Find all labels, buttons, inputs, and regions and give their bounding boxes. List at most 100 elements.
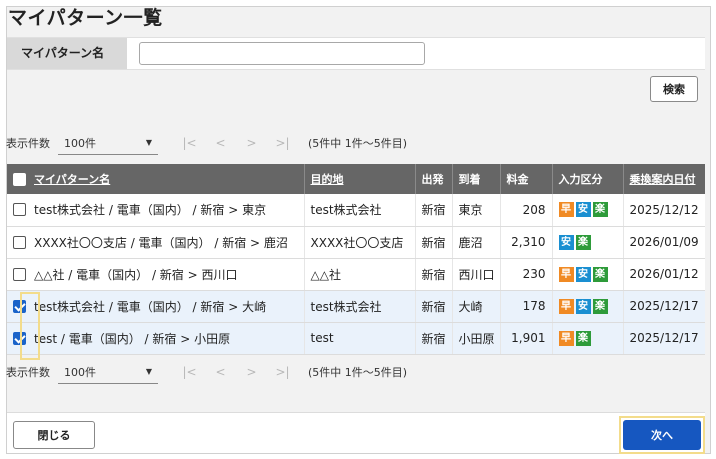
close-button[interactable]: 閉じる [13,421,95,449]
row-checkbox[interactable] [13,331,26,345]
last-page-icon[interactable]: >| [267,136,298,150]
header-destination[interactable]: 目的地 [304,164,416,194]
row-arrival: 鹿沼 [452,226,501,259]
row-name-cell: XXXX社〇〇支店 / 電車（国内） / 新宿 > 鹿沼 [7,226,305,259]
table-header-row: マイパターン名 目的地 出発 到着 料金 入力区分 乗換案内日付 [7,164,705,194]
header-fare: 料金 [500,164,553,194]
row-checkbox[interactable] [13,203,26,217]
pattern-name-input[interactable] [139,42,425,65]
input-type-badge: 安 [575,266,591,282]
page-size-label: 表示件数 [6,137,50,150]
pager-bottom: 表示件数 100件 ▼ |< < > >| (5件中 1件～5件目) [6,359,407,385]
row-departure: 新宿 [415,226,453,259]
row-date: 2026/01/12 [623,258,705,291]
row-fare: 230 [500,258,553,291]
page-size-value: 100件 [64,136,96,150]
row-input-type: 早安楽 [552,194,624,227]
chevron-down-icon: ▼ [145,138,152,147]
last-page-icon[interactable]: >| [267,365,298,379]
row-name-cell: test / 電車（国内） / 新宿 > 小田原 [7,322,305,355]
page-size-label: 表示件数 [6,366,50,379]
row-date: 2026/01/09 [623,226,705,259]
select-all-checkbox[interactable] [13,172,26,186]
row-arrival: 東京 [452,194,501,227]
input-type-badge: 早 [558,202,574,218]
pager-top: 表示件数 100件 ▼ |< < > >| (5件中 1件～5件目) [6,130,407,156]
row-departure: 新宿 [415,194,453,227]
table-row[interactable]: test株式会社 / 電車（国内） / 新宿 > 大崎 test株式会社 新宿 大崎 1… [7,290,705,323]
input-type-badge: 安 [575,202,591,218]
row-pattern-name[interactable]: test株式会社 / 電車（国内） / 新宿 > 東京 [34,201,266,218]
header-date-label[interactable]: 乗換案内日付 [630,173,696,186]
row-destination: test株式会社 [304,194,416,227]
row-date: 2025/12/12 [623,194,705,227]
row-checkbox[interactable] [13,299,26,313]
row-destination: test株式会社 [304,290,416,323]
row-fare: 208 [500,194,553,227]
table-row[interactable]: △△社 / 電車（国内） / 新宿 > 西川口 △△社 新宿 西川口 230 早安楽 202… [7,258,705,291]
row-input-type: 早安楽 [552,258,624,291]
row-name-cell: △△社 / 電車（国内） / 新宿 > 西川口 [7,258,305,291]
table-body: test株式会社 / 電車（国内） / 新宿 > 東京 test株式会社 新宿 東京 2… [7,194,705,355]
row-date: 2025/12/17 [623,290,705,323]
row-input-type: 早楽 [552,322,624,355]
input-type-badge: 早 [558,330,574,346]
row-fare: 1,901 [500,322,553,355]
row-fare: 2,310 [500,226,553,259]
next-page-icon[interactable]: > [236,365,267,379]
input-type-badge: 楽 [592,266,608,282]
search-button[interactable]: 検索 [650,76,698,102]
header-departure: 出発 [415,164,453,194]
header-input-type: 入力区分 [552,164,624,194]
row-name-cell: test株式会社 / 電車（国内） / 新宿 > 東京 [7,194,305,227]
row-checkbox[interactable] [13,267,26,281]
row-destination: △△社 [304,258,416,291]
input-type-badge: 楽 [575,330,591,346]
row-pattern-name[interactable]: test / 電車（国内） / 新宿 > 小田原 [34,330,230,347]
row-pattern-name[interactable]: △△社 / 電車（国内） / 新宿 > 西川口 [34,266,238,283]
input-type-badge: 楽 [592,202,608,218]
row-departure: 新宿 [415,258,453,291]
first-page-icon[interactable]: |< [174,365,205,379]
table-row[interactable]: test株式会社 / 電車（国内） / 新宿 > 東京 test株式会社 新宿 東京 2… [7,194,705,227]
page-size-value: 100件 [64,365,96,379]
chevron-down-icon: ▼ [145,367,152,376]
header-name[interactable]: マイパターン名 [7,164,305,194]
input-type-badge: 安 [575,298,591,314]
row-arrival: 大崎 [452,290,501,323]
row-destination: test [304,322,416,355]
row-pattern-name[interactable]: test株式会社 / 電車（国内） / 新宿 > 大崎 [34,298,266,315]
input-type-badge: 楽 [592,298,608,314]
pattern-table: マイパターン名 目的地 出発 到着 料金 入力区分 乗換案内日付 test株式会… [7,164,705,355]
first-page-icon[interactable]: |< [174,136,205,150]
page-size-select[interactable]: 100件 ▼ [58,131,158,155]
row-departure: 新宿 [415,322,453,355]
page-range-text: (5件中 1件～5件目) [308,366,408,379]
row-arrival: 小田原 [452,322,501,355]
page-range-text: (5件中 1件～5件目) [308,137,408,150]
header-date[interactable]: 乗換案内日付 [623,164,705,194]
prev-page-icon[interactable]: < [205,136,236,150]
table-row[interactable]: XXXX社〇〇支店 / 電車（国内） / 新宿 > 鹿沼 XXXX社〇〇支店 新宿鹿… [7,226,705,259]
page-size-select[interactable]: 100件 ▼ [58,360,158,384]
header-arrival: 到着 [452,164,501,194]
next-button[interactable]: 次へ [623,420,701,450]
prev-page-icon[interactable]: < [205,365,236,379]
row-fare: 178 [500,290,553,323]
row-name-cell: test株式会社 / 電車（国内） / 新宿 > 大崎 [7,290,305,323]
input-type-badge: 早 [558,266,574,282]
row-arrival: 西川口 [452,258,501,291]
header-destination-label[interactable]: 目的地 [311,173,344,186]
input-type-badge: 楽 [575,234,591,250]
next-page-icon[interactable]: > [236,136,267,150]
search-row: マイパターン名 [7,37,705,70]
row-destination: XXXX社〇〇支店 [304,226,416,259]
header-name-label[interactable]: マイパターン名 [34,171,110,187]
table-row[interactable]: test / 電車（国内） / 新宿 > 小田原 test 新宿 小田原 1,901 早楽… [7,322,705,355]
row-pattern-name[interactable]: XXXX社〇〇支店 / 電車（国内） / 新宿 > 鹿沼 [34,234,288,251]
row-input-type: 安楽 [552,226,624,259]
row-departure: 新宿 [415,290,453,323]
row-date: 2025/12/17 [623,322,705,355]
row-checkbox[interactable] [13,235,26,249]
input-type-badge: 早 [558,298,574,314]
